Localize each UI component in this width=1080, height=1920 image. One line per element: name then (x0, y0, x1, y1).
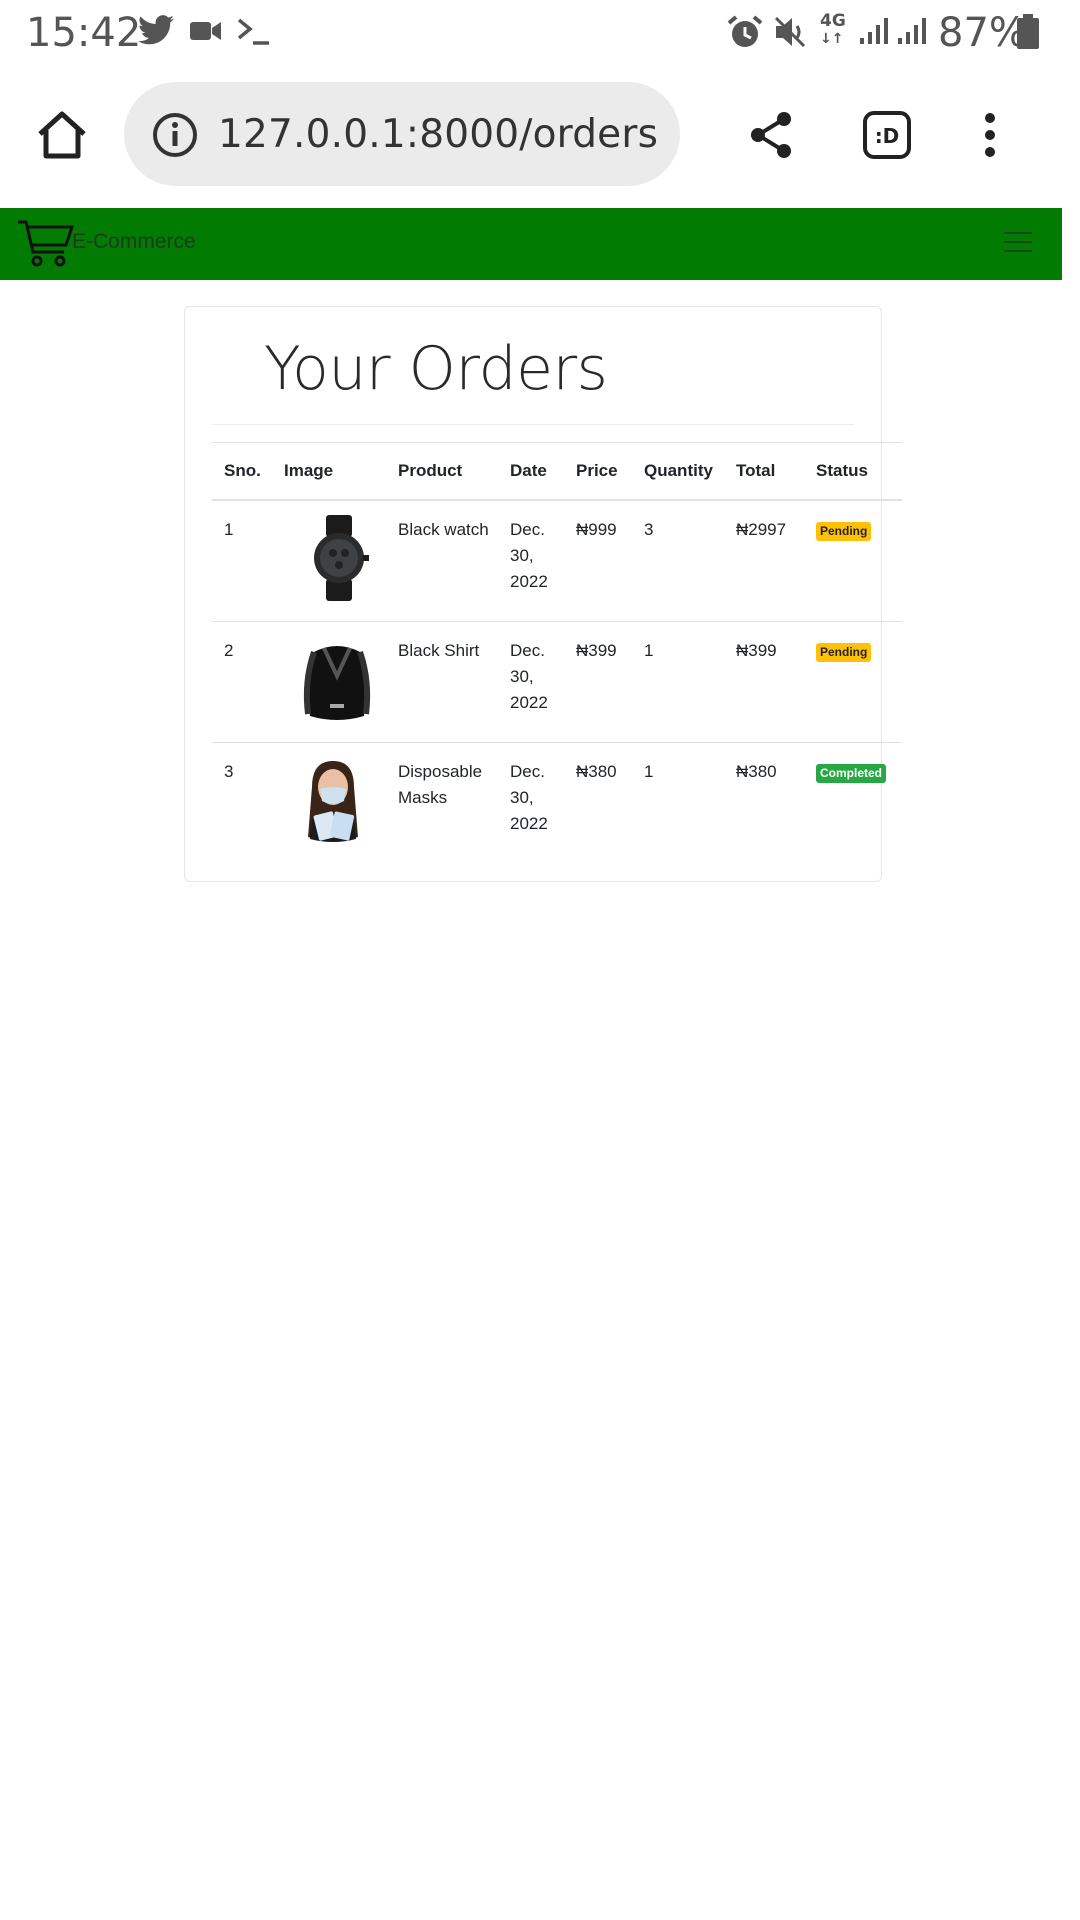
cell-image (272, 621, 386, 743)
status-time: 15:42 (26, 10, 142, 56)
mask-image (308, 761, 358, 842)
header-image: Image (272, 442, 386, 501)
cell-date: Dec. 30, 2022 (498, 500, 564, 622)
cell-price: ₦380 (576, 762, 617, 781)
info-icon[interactable] (152, 112, 198, 158)
cell-date: Dec. 30, 2022 (510, 762, 548, 833)
signal-icon (860, 18, 888, 44)
network-type-label: 4G ↓↑ (820, 11, 846, 48)
cell-date: Dec. 30, 2022 (498, 621, 564, 743)
alarm-icon (727, 15, 763, 47)
status-badge: Pending (816, 643, 872, 662)
table-row: 1 Black watch Dec. 30, 2022 ₦999 3 ₦2997… (212, 500, 902, 622)
header-date: Date (498, 442, 564, 501)
table-header-row: Sno. Image Product Date Price Quantity T… (212, 442, 902, 501)
cell-quantity: 3 (632, 500, 724, 622)
battery-percent: 87% (938, 10, 1027, 56)
brand-name[interactable]: E-Commerce (72, 230, 196, 254)
menu-toggle-icon[interactable] (1004, 232, 1032, 256)
cell-quantity: 1 (632, 621, 724, 743)
cell-price: ₦399 (564, 621, 632, 743)
header-price: Price (564, 442, 632, 501)
cell-price: ₦999 (564, 500, 632, 622)
orders-table: Sno. Image Product Date Price Quantity T… (212, 442, 902, 863)
status-badge: Pending (816, 522, 872, 541)
table-row: 3 Disposable Masks Dec. 30, 2022 ₦380 1 … (212, 743, 902, 864)
cell-product: Disposable Masks (398, 762, 483, 807)
battery-icon (1017, 14, 1039, 49)
cell-status: Pending (804, 621, 902, 743)
cell-product: Black watch (386, 500, 498, 622)
twitter-icon (138, 15, 174, 45)
cell-product: Black Shirt (386, 621, 498, 743)
cell-quantity: 1 (644, 762, 654, 781)
header-status: Status (804, 442, 902, 501)
cell-total: ₦2997 (724, 500, 804, 622)
status-bar: 15:42 4G ↓↑ 87% (0, 0, 1080, 68)
shirt-image (303, 646, 371, 720)
cell-sno: 1 (212, 500, 272, 622)
table-row: 2 Black Shirt Dec. 30, 2022 ₦399 1 ₦399 … (212, 621, 902, 743)
header-product: Product (386, 442, 498, 501)
header-total: Total (724, 442, 804, 501)
watch-image (314, 515, 369, 601)
cell-image (272, 500, 386, 622)
mute-icon (774, 16, 806, 48)
cell-sno: 3 (224, 762, 234, 781)
terminal-icon (237, 18, 269, 45)
svg-text::D: :D (875, 124, 900, 148)
cell-status: Pending (804, 500, 902, 622)
cell-total: ₦380 (736, 762, 777, 781)
url-text[interactable]: 127.0.0.1:8000/orders (218, 112, 658, 157)
page-title: Your Orders (264, 334, 608, 404)
home-icon[interactable] (36, 110, 88, 160)
status-badge: Completed (816, 764, 887, 783)
cell-sno: 2 (212, 621, 272, 743)
title-divider (212, 424, 854, 425)
header-sno: Sno. (212, 442, 272, 501)
cell-status: Completed (804, 743, 902, 864)
share-icon[interactable] (748, 110, 794, 160)
signal-icon-2 (898, 18, 926, 44)
tab-switcher-icon[interactable]: :D (862, 110, 912, 160)
more-icon[interactable] (982, 110, 998, 160)
video-icon (190, 22, 221, 40)
header-quantity: Quantity (632, 442, 724, 501)
cell-image (272, 743, 386, 864)
cart-icon[interactable] (16, 218, 74, 268)
cell-total: ₦399 (724, 621, 804, 743)
